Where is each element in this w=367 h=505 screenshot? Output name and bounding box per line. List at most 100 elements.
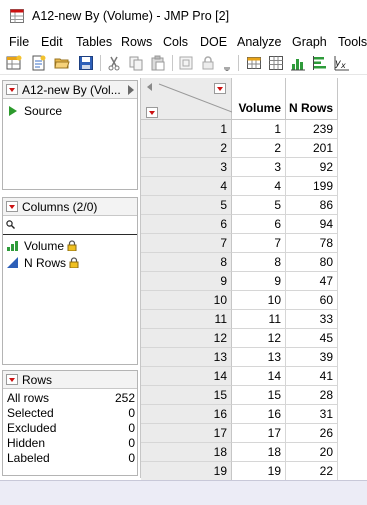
table-cell-n-rows[interactable]: 31 [286, 405, 338, 424]
table-cell-n-rows[interactable]: 92 [286, 158, 338, 177]
row-number[interactable]: 7 [141, 234, 232, 253]
red-triangle-menu-icon[interactable] [6, 84, 18, 95]
menu-graph[interactable]: Graph [292, 35, 327, 49]
columns-red-triangle-icon[interactable] [214, 83, 226, 94]
table-cell-n-rows[interactable]: 60 [286, 291, 338, 310]
row-number[interactable]: 15 [141, 386, 232, 405]
table-cell-volume[interactable]: 11 [232, 310, 286, 329]
journal-icon[interactable] [178, 55, 194, 71]
column-item-volume[interactable]: Volume [7, 239, 77, 253]
scroll-left-arrow-icon[interactable] [147, 83, 152, 91]
spreadsheet-icon[interactable] [268, 55, 284, 71]
row-number[interactable]: 6 [141, 215, 232, 234]
table-cell-volume[interactable]: 14 [232, 367, 286, 386]
menu-tools[interactable]: Tools [338, 35, 367, 49]
table-cell-volume[interactable]: 17 [232, 424, 286, 443]
table-cell-volume[interactable]: 19 [232, 462, 286, 481]
table-cell-n-rows[interactable]: 47 [286, 272, 338, 291]
copy-icon[interactable] [128, 55, 144, 71]
table-cell-n-rows[interactable]: 78 [286, 234, 338, 253]
table-cell-n-rows[interactable]: 41 [286, 367, 338, 386]
row-number[interactable]: 4 [141, 177, 232, 196]
table-cell-volume[interactable]: 10 [232, 291, 286, 310]
table-cell-volume[interactable]: 4 [232, 177, 286, 196]
bivariate-icon[interactable] [312, 55, 328, 71]
table-cell-volume[interactable]: 5 [232, 196, 286, 215]
continuous-column-icon [7, 241, 18, 251]
column-item-n-rows[interactable]: N Rows [7, 256, 79, 270]
table-cell-n-rows[interactable]: 39 [286, 348, 338, 367]
table-cell-n-rows[interactable]: 20 [286, 443, 338, 462]
rows-red-triangle-icon[interactable] [146, 107, 158, 118]
row-number[interactable]: 17 [141, 424, 232, 443]
red-triangle-menu-icon[interactable] [6, 201, 18, 212]
source-script[interactable]: Source [9, 104, 62, 118]
toolbar: y x [0, 52, 367, 75]
expand-arrow-icon[interactable] [128, 85, 134, 95]
row-number[interactable]: 10 [141, 291, 232, 310]
menu-rows[interactable]: Rows [121, 35, 152, 49]
data-table-list-icon[interactable] [246, 55, 262, 71]
menu-bar: File Edit Tables Rows Cols DOE Analyze G… [0, 32, 367, 52]
fit-model-icon[interactable]: y x [334, 55, 350, 71]
table-cell-volume[interactable]: 6 [232, 215, 286, 234]
table-cell-n-rows[interactable]: 33 [286, 310, 338, 329]
table-cell-n-rows[interactable]: 199 [286, 177, 338, 196]
row-number[interactable]: 14 [141, 367, 232, 386]
row-number[interactable]: 2 [141, 139, 232, 158]
row-number[interactable]: 19 [141, 462, 232, 481]
menu-doe[interactable]: DOE [200, 35, 227, 49]
menu-analyze[interactable]: Analyze [237, 35, 281, 49]
table-cell-volume[interactable]: 13 [232, 348, 286, 367]
table-cell-volume[interactable]: 7 [232, 234, 286, 253]
column-header-n-rows[interactable]: N Rows [286, 78, 338, 120]
table-cell-volume[interactable]: 9 [232, 272, 286, 291]
table-cell-n-rows[interactable]: 22 [286, 462, 338, 481]
table-cell-n-rows[interactable]: 239 [286, 120, 338, 139]
table-cell-n-rows[interactable]: 94 [286, 215, 338, 234]
row-number[interactable]: 9 [141, 272, 232, 291]
table-cell-n-rows[interactable]: 201 [286, 139, 338, 158]
row-number[interactable]: 8 [141, 253, 232, 272]
row-number[interactable]: 18 [141, 443, 232, 462]
toolbar-overflow-icon[interactable] [222, 55, 232, 71]
row-number[interactable]: 5 [141, 196, 232, 215]
menu-cols[interactable]: Cols [163, 35, 188, 49]
menu-tables[interactable]: Tables [76, 35, 112, 49]
menu-edit[interactable]: Edit [41, 35, 63, 49]
table-cell-volume[interactable]: 18 [232, 443, 286, 462]
paste-icon[interactable] [150, 55, 166, 71]
new-script-icon[interactable] [30, 55, 46, 71]
table-cell-volume[interactable]: 1 [232, 120, 286, 139]
table-cell-n-rows[interactable]: 26 [286, 424, 338, 443]
save-icon[interactable] [78, 55, 94, 71]
red-triangle-menu-icon[interactable] [6, 374, 18, 385]
table-cell-volume[interactable]: 16 [232, 405, 286, 424]
table-cell-n-rows[interactable]: 86 [286, 196, 338, 215]
rows-stat-label: All rows [7, 391, 50, 405]
row-number[interactable]: 13 [141, 348, 232, 367]
table-cell-volume[interactable]: 12 [232, 329, 286, 348]
row-number[interactable]: 1 [141, 120, 232, 139]
menu-file[interactable]: File [9, 35, 29, 49]
columns-panel: Columns (2/0) Volume N Rows [2, 197, 138, 365]
table-cell-volume[interactable]: 8 [232, 253, 286, 272]
cut-icon[interactable] [106, 55, 122, 71]
row-number[interactable]: 12 [141, 329, 232, 348]
row-number[interactable]: 16 [141, 405, 232, 424]
row-number[interactable]: 3 [141, 158, 232, 177]
table-cell-volume[interactable]: 2 [232, 139, 286, 158]
table-cell-volume[interactable]: 15 [232, 386, 286, 405]
table-cell-n-rows[interactable]: 45 [286, 329, 338, 348]
new-data-table-icon[interactable] [6, 55, 22, 71]
lock-icon[interactable] [200, 55, 216, 71]
table-cell-n-rows[interactable]: 80 [286, 253, 338, 272]
table-cell-volume[interactable]: 3 [232, 158, 286, 177]
table-cell-n-rows[interactable]: 28 [286, 386, 338, 405]
row-number[interactable]: 11 [141, 310, 232, 329]
run-script-icon[interactable] [9, 106, 17, 116]
column-header-volume[interactable]: Volume [232, 78, 286, 120]
column-filter-input[interactable] [3, 217, 137, 235]
open-folder-icon[interactable] [54, 55, 70, 71]
histogram-icon[interactable] [290, 55, 306, 71]
